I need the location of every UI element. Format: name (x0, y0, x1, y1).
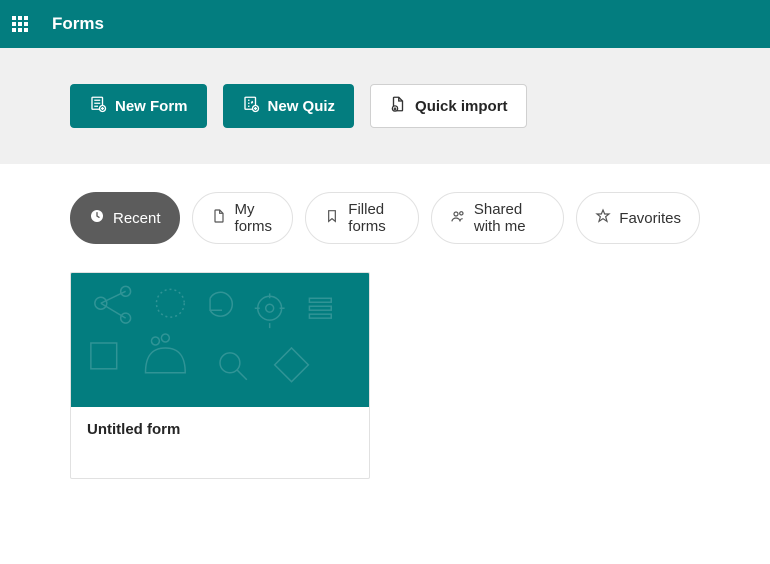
card-grid: Untitled form (70, 272, 700, 479)
new-form-label: New Form (115, 98, 188, 115)
import-icon (389, 95, 407, 117)
card-thumbnail (71, 273, 369, 407)
filter-shared-with-me[interactable]: Shared with me (431, 192, 564, 244)
card-body: Untitled form (71, 407, 369, 478)
app-launcher-icon[interactable] (12, 16, 28, 32)
new-form-button[interactable]: New Form (70, 84, 207, 128)
filter-my-forms-label: My forms (235, 201, 275, 235)
filter-favorites-label: Favorites (619, 210, 681, 227)
content-area: Recent My forms Filled forms (0, 164, 770, 507)
top-bar: Forms (0, 0, 770, 48)
card-title: Untitled form (87, 421, 353, 438)
document-icon (211, 208, 227, 228)
form-add-icon (89, 95, 107, 117)
action-panel: New Form New Quiz (0, 48, 770, 164)
app-title: Forms (52, 14, 104, 34)
clock-icon (89, 208, 105, 228)
quick-import-button[interactable]: Quick import (370, 84, 527, 128)
form-card[interactable]: Untitled form (70, 272, 370, 479)
people-icon (450, 208, 466, 228)
filter-my-forms[interactable]: My forms (192, 192, 294, 244)
bookmark-icon (324, 208, 340, 228)
filter-filled-forms[interactable]: Filled forms (305, 192, 419, 244)
quick-import-label: Quick import (415, 98, 508, 115)
filter-recent[interactable]: Recent (70, 192, 180, 244)
quiz-add-icon (242, 95, 260, 117)
new-quiz-button[interactable]: New Quiz (223, 84, 355, 128)
filter-row: Recent My forms Filled forms (70, 192, 700, 244)
filter-favorites[interactable]: Favorites (576, 192, 700, 244)
star-icon (595, 208, 611, 228)
filter-shared-label: Shared with me (474, 201, 545, 235)
action-row: New Form New Quiz (70, 84, 700, 128)
filter-filled-forms-label: Filled forms (348, 201, 400, 235)
filter-recent-label: Recent (113, 210, 161, 227)
new-quiz-label: New Quiz (268, 98, 336, 115)
